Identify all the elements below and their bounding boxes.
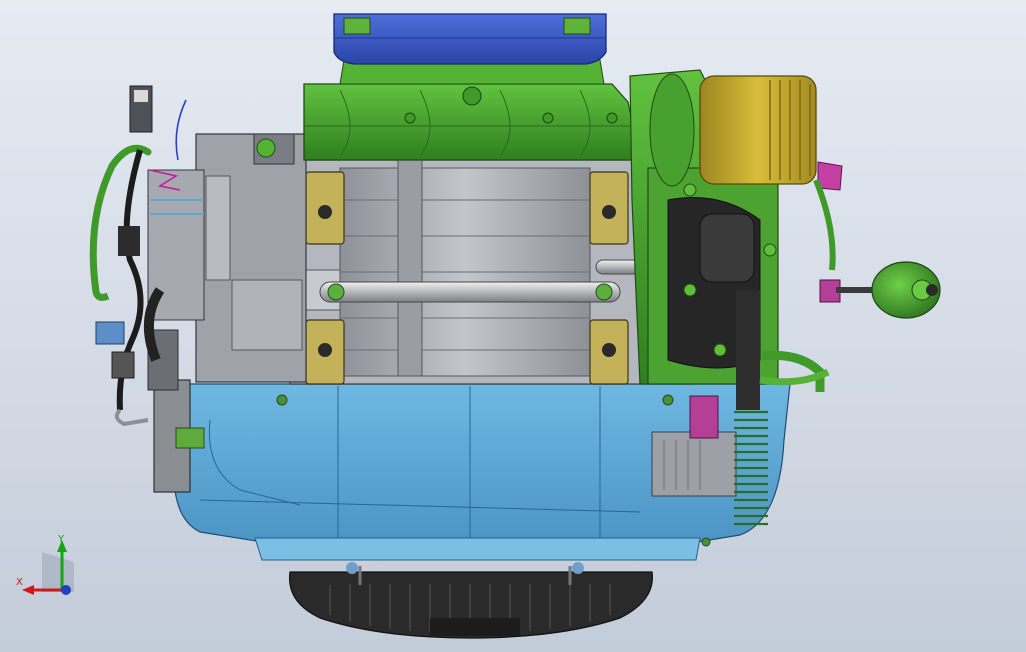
flywheel-fan-guard[interactable] <box>288 562 653 639</box>
intake-manifold[interactable] <box>303 59 641 161</box>
air-cleaner-cover[interactable] <box>333 13 607 65</box>
y-axis-label: Y <box>58 534 65 545</box>
engine-model[interactable] <box>0 0 1026 652</box>
harness-connectors[interactable] <box>95 85 153 379</box>
coordinate-triad <box>22 540 74 595</box>
choke-knob[interactable] <box>836 261 941 319</box>
cooling-fins <box>734 410 768 526</box>
fuel-filter[interactable] <box>649 73 817 187</box>
z-axis-dot <box>61 585 71 595</box>
block-rib <box>397 159 423 377</box>
x-axis-label: X <box>16 577 23 588</box>
cad-viewport[interactable]: Y X <box>0 0 1026 652</box>
